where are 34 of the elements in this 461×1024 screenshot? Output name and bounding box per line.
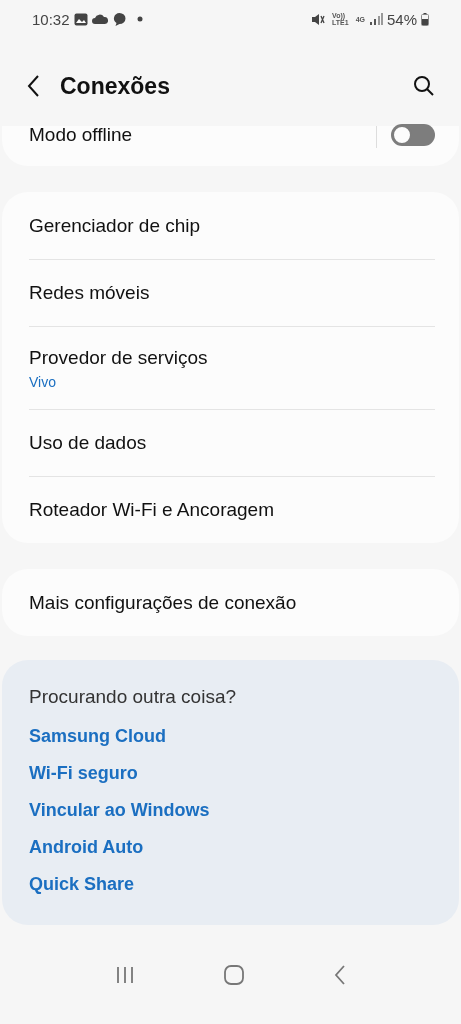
signal-icon xyxy=(368,13,383,25)
recent-apps-icon[interactable] xyxy=(114,965,135,984)
home-icon[interactable] xyxy=(224,964,245,985)
cloud-icon xyxy=(91,14,108,24)
suggestion-link[interactable]: Samsung Cloud xyxy=(29,726,432,747)
suggestion-link[interactable]: Vincular ao Windows xyxy=(29,800,432,821)
setting-label: Mais configurações de conexão xyxy=(29,591,298,614)
battery-icon xyxy=(421,12,429,26)
status-time: 10:32 xyxy=(32,10,70,28)
setting-label: Gerenciador de chip xyxy=(29,214,202,237)
mute-icon xyxy=(311,12,325,26)
setting-item[interactable]: Redes móveis xyxy=(29,259,435,326)
image-icon xyxy=(73,12,88,26)
back-icon[interactable] xyxy=(26,74,40,98)
search-icon[interactable] xyxy=(413,75,435,97)
suggestion-link[interactable]: Android Auto xyxy=(29,837,432,858)
suggestions-title: Procurando outra coisa? xyxy=(29,686,237,708)
setting-label: Roteador Wi-Fi e Ancoragem xyxy=(29,499,275,521)
suggestion-link[interactable]: Wi-Fi seguro xyxy=(29,763,432,784)
setting-label: Redes móveis xyxy=(29,282,151,304)
setting-item[interactable]: Gerenciador de chip xyxy=(29,192,435,259)
setting-item[interactable]: Uso de dados xyxy=(29,409,435,476)
page-title: Conexões xyxy=(60,72,171,100)
battery-percent: 54% xyxy=(386,10,417,28)
setting-label[interactable]: Modo offline xyxy=(29,124,133,146)
dot-icon xyxy=(136,16,143,22)
setting-value: Vivo xyxy=(29,373,57,390)
setting-item[interactable]: Provedor de serviços Vivo xyxy=(29,326,435,409)
suggestion-link[interactable]: Quick Share xyxy=(29,874,432,895)
setting-item[interactable]: Roteador Wi-Fi e Ancoragem xyxy=(29,476,435,543)
setting-label: Uso de dados xyxy=(29,432,148,454)
chat-icon xyxy=(111,11,127,27)
setting-label: Provedor de serviços xyxy=(29,346,209,369)
toggle-switch[interactable] xyxy=(391,124,435,146)
